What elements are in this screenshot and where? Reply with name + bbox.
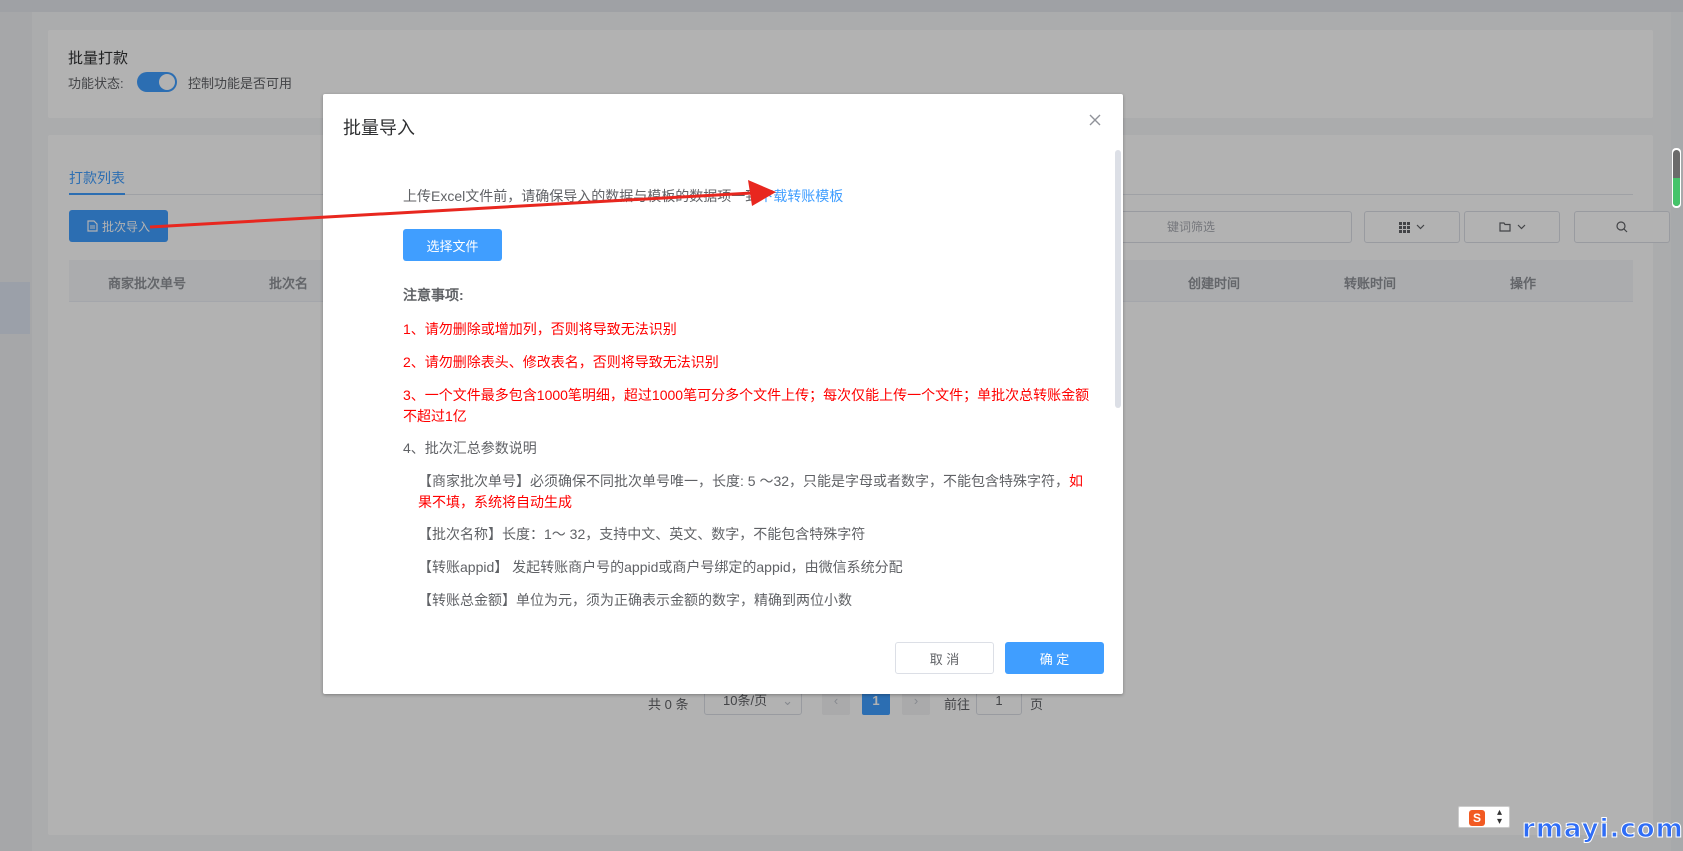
confirm-button[interactable]: 确 定 bbox=[1005, 642, 1104, 674]
watermark: rmayi.com bbox=[1522, 814, 1683, 845]
download-template-link[interactable]: 下载转账模板 bbox=[759, 188, 843, 204]
intro-text: 上传Excel文件前，请确保导入的数据与模板的数据项一致 bbox=[403, 188, 760, 204]
batch-import-dialog: 批量导入 上传Excel文件前，请确保导入的数据与模板的数据项一致下载转账模板 … bbox=[323, 94, 1123, 694]
param-description: 【商家批次单号】必须确保不同批次单号唯一，长度: 5 ～32，只能是字母或者数字… bbox=[418, 471, 1093, 513]
param-description: 【批次名称】长度：1～ 32，支持中文、英文、数字，不能包含特殊字符 bbox=[418, 526, 866, 542]
note-item: 3、一个文件最多包含1000笔明细，超过1000笔可分多个文件上传；每次仅能上传… bbox=[403, 387, 1090, 424]
param-text: 【商家批次单号】必须确保不同批次单号唯一，长度: 5 ～32，只能是字母或者数字… bbox=[418, 473, 1070, 489]
page-scrollbar[interactable] bbox=[1673, 150, 1680, 206]
ime-arrows-icon: ▴ ▾ bbox=[1497, 807, 1503, 827]
dialog-title: 批量导入 bbox=[343, 118, 415, 138]
notes-title: 注意事项: bbox=[403, 287, 464, 303]
note-item: 2、请勿删除表头、修改表名，否则将导致无法识别 bbox=[403, 354, 719, 370]
note-item: 4、批次汇总参数说明 bbox=[403, 440, 537, 456]
upload-intro: 上传Excel文件前，请确保导入的数据与模板的数据项一致下载转账模板 bbox=[403, 186, 843, 206]
dialog-scrollbar[interactable] bbox=[1115, 150, 1121, 408]
param-description: 【转账appid】 发起转账商户号的appid或商户号绑定的appid，由微信系… bbox=[418, 559, 903, 575]
ime-toolbar[interactable]: S ▴ ▾ bbox=[1458, 806, 1510, 828]
select-file-button[interactable]: 选择文件 bbox=[403, 229, 502, 261]
scrollbar-indicator bbox=[1673, 178, 1680, 206]
note-item: 1、请勿删除或增加列，否则将导致无法识别 bbox=[403, 321, 677, 337]
param-description: 【转账总金额】单位为元，须为正确表示金额的数字，精确到两位小数 bbox=[418, 592, 852, 608]
ime-logo-icon: S bbox=[1469, 810, 1485, 826]
cancel-button[interactable]: 取 消 bbox=[895, 642, 994, 674]
close-icon[interactable] bbox=[1087, 112, 1103, 128]
